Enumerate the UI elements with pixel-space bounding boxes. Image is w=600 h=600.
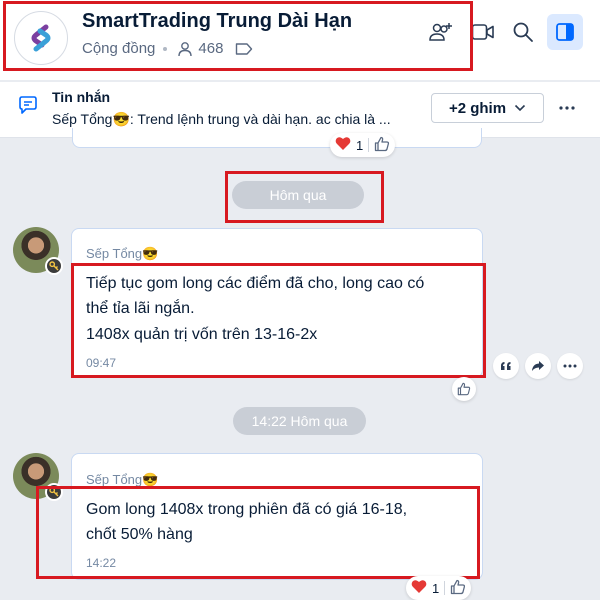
reaction-bar[interactable]: 1 <box>406 576 472 600</box>
pinned-count-label: +2 ghim <box>448 99 507 117</box>
previous-message-bubble <box>72 128 482 148</box>
sidebar-panel-icon <box>556 23 574 41</box>
search-icon <box>513 22 533 42</box>
quote-icon <box>501 362 511 370</box>
quote-button[interactable] <box>493 353 519 379</box>
date-separator: 14:22 Hôm qua <box>233 407 366 435</box>
highlight-box-date <box>225 171 384 223</box>
reaction-count: 1 <box>356 137 364 153</box>
highlight-box-message-1 <box>71 263 486 378</box>
like-icon[interactable] <box>374 136 390 155</box>
reaction-count: 1 <box>432 580 440 596</box>
highlight-box-message-2 <box>36 486 480 579</box>
share-button[interactable] <box>525 353 551 379</box>
message-sender[interactable]: Sếp Tổng😎 <box>86 246 158 262</box>
reaction-separator <box>444 581 446 595</box>
video-camera-icon <box>471 24 494 40</box>
share-forward-icon <box>532 361 544 371</box>
message-icon <box>18 96 38 119</box>
highlight-box-header <box>3 1 473 71</box>
search-button[interactable] <box>505 14 541 50</box>
pinned-title: Tin nhắn <box>52 89 111 105</box>
reaction-separator <box>368 138 370 152</box>
like-button[interactable] <box>452 377 476 401</box>
reaction-bar-previous[interactable]: 1 <box>330 133 396 157</box>
key-badge-icon <box>45 257 63 275</box>
more-options-button[interactable] <box>556 97 578 119</box>
sender-avatar[interactable] <box>13 227 63 275</box>
heart-reaction-icon[interactable] <box>411 579 427 597</box>
like-icon[interactable] <box>450 579 466 598</box>
chevron-down-icon <box>514 104 526 112</box>
pinned-text[interactable]: Sếp Tổng😎: Trend lệnh trung và dài hạn. … <box>52 111 391 128</box>
more-horizontal-icon <box>559 106 575 110</box>
pinned-count-button[interactable]: +2 ghim <box>431 93 544 123</box>
more-horizontal-icon <box>563 364 577 368</box>
like-icon <box>457 382 471 396</box>
heart-reaction-icon[interactable] <box>335 136 351 154</box>
message-more-button[interactable] <box>557 353 583 379</box>
info-panel-toggle-button[interactable] <box>547 14 583 50</box>
